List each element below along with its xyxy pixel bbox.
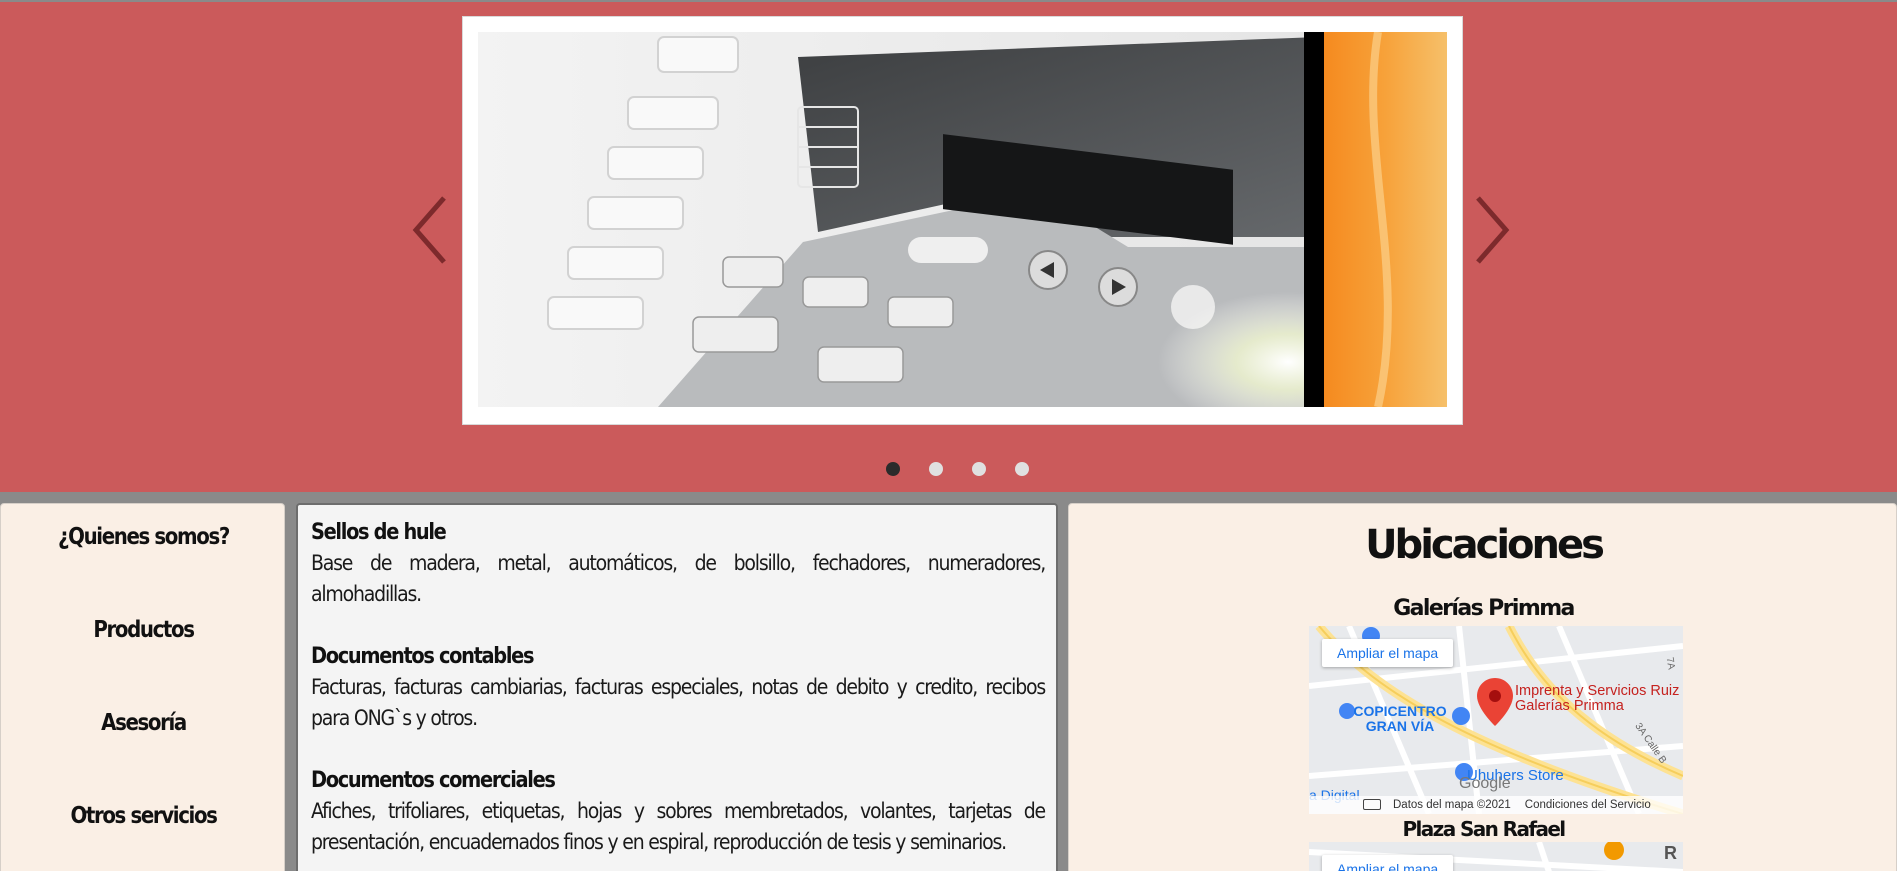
map-expand-button[interactable]: Ampliar el mapa — [1322, 639, 1454, 667]
service-title: Sellos de hule — [311, 520, 447, 545]
carousel-dot-3[interactable] — [972, 462, 986, 476]
carousel-dot-4[interactable] — [1015, 462, 1029, 476]
map-corner-label: R — [1664, 843, 1677, 863]
nav-item-otros-servicios[interactable]: Otros servicios — [21, 803, 266, 829]
service-description: Facturas, facturas cambiarias, facturas … — [311, 675, 1046, 730]
service-description: Afiches, trifoliares, etiquetas, hojas y… — [311, 799, 1046, 854]
nav-item-quienes-somos[interactable]: ¿Quienes somos? — [21, 524, 266, 550]
map-galerias-primma[interactable]: Ampliar el mapa Imprenta y Servicios Rui… — [1309, 626, 1683, 814]
service-description: Base de madera, metal, automáticos, de b… — [311, 551, 1046, 606]
branch-name-galerias: Galerías Primma — [1393, 596, 1575, 621]
slide-frame — [462, 16, 1463, 425]
chevron-right-icon[interactable] — [1472, 192, 1512, 268]
carousel-indicators — [886, 462, 1029, 476]
service-documentos-comerciales: Documentos comerciales Afiches, trifolia… — [311, 766, 1046, 858]
map-data-attribution[interactable]: Datos del mapa ©2021 — [1393, 799, 1511, 811]
google-logo: Google — [1459, 775, 1511, 792]
map-poi-copicentro: COPICENTRO GRAN VÍA — [1353, 703, 1447, 734]
carousel-dot-1[interactable] — [886, 462, 900, 476]
nav-item-productos[interactable]: Productos — [21, 617, 266, 643]
service-sellos: Sellos de hule Base de madera, metal, au… — [311, 518, 1046, 610]
service-title: Documentos comerciales — [311, 768, 556, 793]
carousel-dot-2[interactable] — [929, 462, 943, 476]
locations-panel: Ubicaciones Galerías Primma Ampliar el m… — [1068, 503, 1897, 871]
service-title: Documentos contables — [311, 644, 534, 669]
map-expand-button[interactable]: Ampliar el mapa — [1322, 855, 1454, 871]
keyboard-icon[interactable] — [1363, 799, 1381, 810]
chevron-left-icon[interactable] — [410, 192, 450, 268]
nav-item-asesoria[interactable]: Asesoría — [21, 710, 266, 736]
map-plaza-san-rafael[interactable]: Ampliar el mapa R — [1309, 842, 1683, 871]
copier-control-panel-image — [478, 32, 1447, 407]
image-carousel — [0, 2, 1897, 492]
service-documentos-contables: Documentos contables Facturas, facturas … — [311, 642, 1046, 734]
map-street-label-2: 7A — [1663, 656, 1677, 671]
map-terms-link[interactable]: Condiciones del Servicio — [1525, 799, 1651, 811]
locations-title: Ubicaciones — [1365, 522, 1605, 568]
services-panel: Sellos de hule Base de madera, metal, au… — [296, 503, 1058, 871]
map-footer: Datos del mapa ©2021 Condiciones del Ser… — [1309, 796, 1683, 814]
branch-name-plaza-san-rafael: Plaza San Rafael — [1402, 817, 1566, 841]
map-pin-label: Imprenta y Servicios Ruiz Galerías Primm… — [1515, 683, 1680, 714]
sidebar-nav: ¿Quienes somos? Productos Asesoría Otros… — [0, 503, 285, 871]
